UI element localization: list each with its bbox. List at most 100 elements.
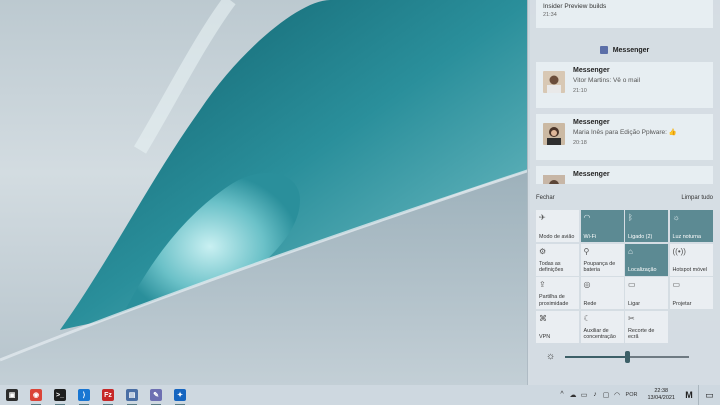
notification-card[interactable]: Insider Preview builds 21:34: [536, 0, 713, 28]
taskbar-app-button[interactable]: ▣: [0, 385, 24, 405]
vscode-icon: ⟩: [78, 389, 90, 401]
quick-actions-bar: Fechar Limpar tudo: [536, 192, 713, 204]
tile-label: Todas as definições: [539, 260, 564, 274]
notification-center-button[interactable]: ▭: [698, 385, 720, 405]
terminal-icon: >_: [54, 389, 66, 401]
taskbar-app-button[interactable]: ◉: [24, 385, 48, 405]
messenger-icon: [599, 46, 608, 54]
project-icon: ▭: [672, 280, 681, 289]
taskbar-app-button[interactable]: ✎: [144, 385, 168, 405]
system-tray: ^ ☁ ▭ ♪ ▢ ◠ POR 22:38 13/04/2021 M ▭: [557, 385, 720, 405]
quick-action-tile[interactable]: ⌂ Localização: [625, 243, 668, 276]
airplane-icon: ✈: [539, 213, 546, 222]
cloud-icon[interactable]: ☁: [568, 391, 579, 399]
quick-action-tile[interactable]: ◠ Wi-Fi: [580, 210, 624, 242]
tile-label: Projetar: [672, 300, 692, 307]
taskbar-app-button[interactable]: Fz: [96, 385, 120, 405]
tile-label: Poupança de bateria: [583, 260, 616, 274]
taskbar-apps: ▣ ◉ >_ ⟩ Fz ▤ ✎ ✦: [0, 385, 192, 405]
quick-action-tile[interactable]: ☾ Auxiliar de concentração: [580, 310, 624, 343]
avatar: [543, 71, 565, 93]
tile-label: Ligado (2): [628, 233, 653, 240]
tile-label: Ligar: [628, 300, 640, 307]
tile-label: Hotspot móvel: [672, 267, 707, 273]
tile-label: Localização: [628, 267, 657, 273]
feedback-hub-icon: ✦: [174, 389, 186, 401]
notification-message: Vitor Martins: Vê o mail: [573, 77, 641, 84]
quick-action-tile[interactable]: ◎ Rede: [580, 277, 624, 309]
notification-card[interactable]: Messenger Maria Inês para Edição Pplware…: [536, 114, 713, 160]
night-light-icon: ☼: [672, 213, 680, 222]
notification-body: Insider Preview builds: [543, 3, 607, 10]
display-icon[interactable]: ▢: [601, 391, 612, 399]
notification-app: Messenger: [573, 171, 610, 178]
store-icon: ▣: [6, 389, 18, 401]
notification-card[interactable]: Messenger: [536, 166, 713, 184]
quick-action-tile[interactable]: ᛒ Ligado (2): [625, 210, 668, 242]
quick-action-tile[interactable]: ⌘ VPN: [536, 310, 579, 343]
quick-action-tile[interactable]: ▭ Projetar: [669, 277, 713, 309]
tray-app-logo-icon[interactable]: M: [680, 390, 698, 400]
brightness-icon: ☼: [546, 351, 556, 362]
taskbar-app-button[interactable]: >_: [48, 385, 72, 405]
avatar: [543, 175, 565, 184]
quick-action-tile[interactable]: ((•)) Hotspot móvel: [669, 243, 713, 276]
snip-icon: ✂: [628, 313, 635, 323]
filezilla-icon: Fz: [102, 389, 114, 401]
tile-label: Luz noturna: [672, 233, 701, 240]
quick-action-tile[interactable]: ⚙ Todas as definições: [536, 243, 579, 276]
chevron-up-icon[interactable]: ^: [557, 391, 568, 399]
brightness-thumb[interactable]: [624, 351, 630, 363]
group-label: Messenger: [612, 46, 650, 54]
brightness-slider[interactable]: ☼: [536, 346, 713, 368]
quick-action-tile[interactable]: ✂ Recorte de ecrã: [625, 310, 668, 343]
tile-label: Recorte de ecrã: [628, 327, 655, 341]
tray-icons: ^ ☁ ▭ ♪ ▢ ◠: [557, 391, 623, 399]
vpn-icon: ⌘: [539, 313, 547, 323]
tile-label: VPN: [539, 334, 551, 340]
taskbar-app-button[interactable]: ▤: [120, 385, 144, 405]
snipping-tool-icon: ✎: [150, 389, 162, 401]
tile-label: Partilha de proximidade: [539, 294, 569, 307]
clock-date: 13/04/2021: [647, 395, 675, 401]
notification-card[interactable]: Messenger Vitor Martins: Vê o mail 21:10: [536, 62, 713, 108]
bluetooth-icon: ᛒ: [628, 213, 633, 222]
notification-group-header: Messenger: [536, 42, 713, 58]
notification-app: Messenger: [573, 67, 610, 74]
network-icon: ◎: [583, 280, 591, 289]
taskbar-app-button[interactable]: ⟩: [72, 385, 96, 405]
notification-app: Messenger: [573, 119, 610, 126]
action-center-panel: Insider Preview builds 21:34 Messenger M…: [527, 0, 720, 385]
notification-time: 20:18: [573, 140, 587, 146]
clock-time: 22:38: [654, 388, 669, 394]
nearby-share-icon: ⇪: [539, 280, 546, 289]
wifi-tray-icon[interactable]: ◠: [612, 391, 623, 399]
location-icon: ⌂: [628, 246, 633, 256]
volume-icon[interactable]: ♪: [590, 391, 601, 399]
avatar: [543, 123, 565, 145]
battery-saver-icon: ⚲: [583, 246, 590, 256]
quick-action-tile[interactable]: ☼ Luz noturna: [669, 210, 713, 242]
notification-message: Maria Inês para Edição Pplware: 👍: [573, 129, 677, 136]
wifi-icon: ◠: [583, 213, 591, 222]
clock[interactable]: 22:38 13/04/2021: [647, 388, 675, 402]
quick-action-tile[interactable]: ⚲ Poupança de bateria: [580, 243, 624, 276]
tile-label: Auxiliar de concentração: [583, 327, 616, 341]
chrome-icon: ◉: [30, 389, 42, 401]
focus-assist-icon: ☾: [583, 313, 591, 323]
battery-icon[interactable]: ▭: [579, 391, 590, 399]
connect-icon: ▭: [628, 280, 636, 289]
quick-action-tiles: ✈ Modo de avião ◠ Wi-Fi ᛒ Ligado (2) ☼ Luz notu…: [536, 210, 713, 343]
clear-all-button[interactable]: Limpar tudo: [681, 195, 713, 201]
quick-action-tile[interactable]: ✈ Modo de avião: [536, 210, 579, 242]
notification-time: 21:10: [573, 88, 587, 94]
collapse-button[interactable]: Fechar: [536, 195, 555, 201]
language-indicator[interactable]: POR: [626, 392, 638, 398]
brightness-track[interactable]: [565, 351, 690, 363]
quick-action-tile[interactable]: ▭ Ligar: [625, 277, 668, 309]
notification-time: 21:34: [543, 12, 557, 18]
quick-action-tile[interactable]: ⇪ Partilha de proximidade: [536, 277, 579, 309]
tile-label: Rede: [583, 300, 597, 307]
brightness-fill: [565, 356, 628, 358]
taskbar-app-button[interactable]: ✦: [168, 385, 192, 405]
